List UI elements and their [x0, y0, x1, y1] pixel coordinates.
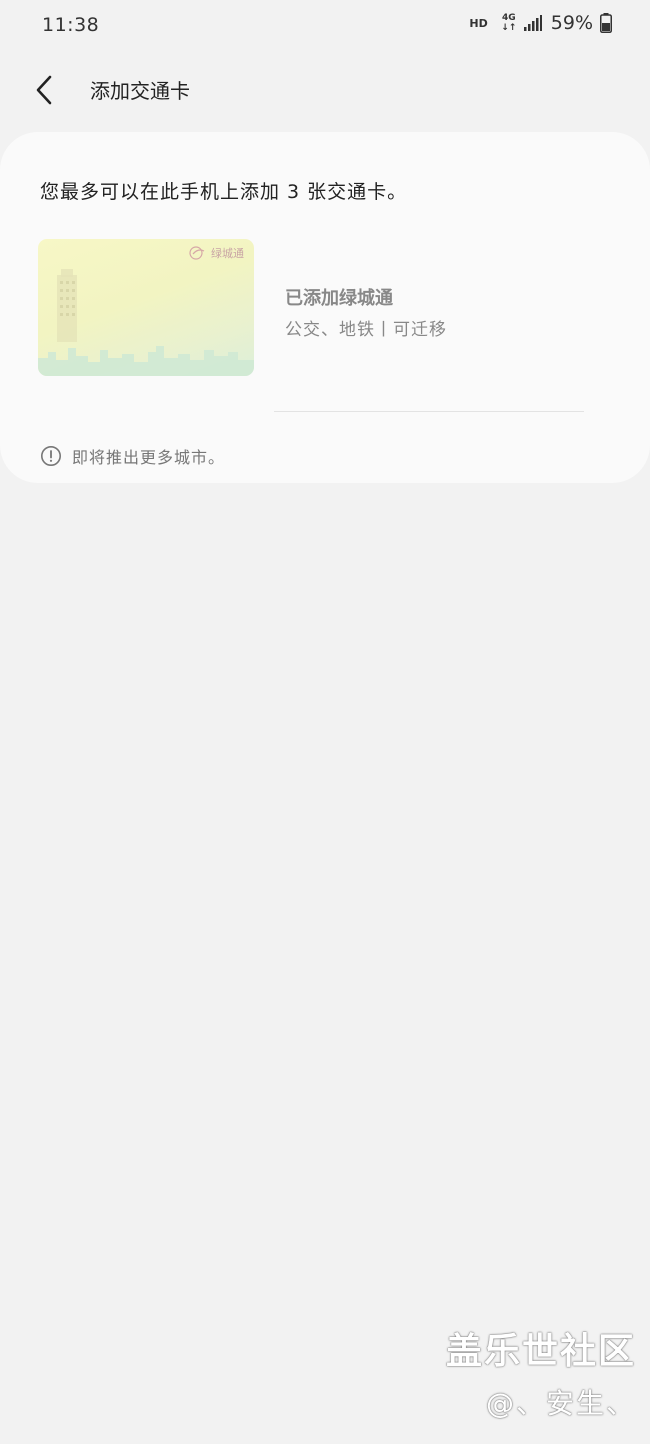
battery-percent: 59% — [550, 12, 593, 34]
page-title: 添加交通卡 — [90, 79, 190, 103]
card-limit-text: 您最多可以在此手机上添加 3 张交通卡。 — [40, 181, 408, 203]
back-button[interactable] — [24, 70, 64, 110]
chevron-left-icon — [36, 75, 52, 105]
card-logo: 绿城通 — [189, 245, 244, 261]
battery-icon — [600, 13, 612, 33]
card-logo-text: 绿城通 — [211, 247, 244, 260]
city-skyline-illustration — [38, 346, 254, 376]
status-icons: HD 4G ↓↑ 59% — [469, 12, 612, 34]
app-header: 添加交通卡 — [0, 60, 650, 120]
info-icon — [41, 446, 61, 466]
watermark: 盖乐世社区 @、安生、 — [446, 1322, 636, 1422]
transit-card-panel: 您最多可以在此手机上添加 3 张交通卡。 绿城通 已添加绿城通 公交、地铁丨可迁 — [0, 132, 650, 483]
watermark-title: 盖乐世社区 — [445, 1331, 636, 1372]
network-type-label: 4G — [501, 13, 516, 23]
signal-icon — [523, 15, 542, 31]
watermark-user: @、安生、 — [485, 1387, 636, 1420]
building-illustration — [57, 269, 77, 342]
lvchengtong-logo-icon — [189, 246, 205, 260]
network-4g-icon: 4G ↓↑ — [501, 13, 517, 33]
hd-icon: HD — [469, 16, 488, 30]
notice-text: 即将推出更多城市。 — [72, 448, 226, 467]
notice-row: 即将推出更多城市。 — [40, 444, 225, 468]
card-description: 公交、地铁丨可迁移 — [285, 320, 447, 340]
status-time: 11:38 — [42, 14, 100, 36]
transit-card-image[interactable]: 绿城通 — [38, 239, 254, 376]
status-bar: 11:38 HD 4G ↓↑ 59% — [0, 0, 650, 52]
divider — [274, 411, 584, 412]
card-name: 已添加绿城通 — [285, 288, 393, 309]
network-arrows-label: ↓↑ — [501, 23, 517, 33]
